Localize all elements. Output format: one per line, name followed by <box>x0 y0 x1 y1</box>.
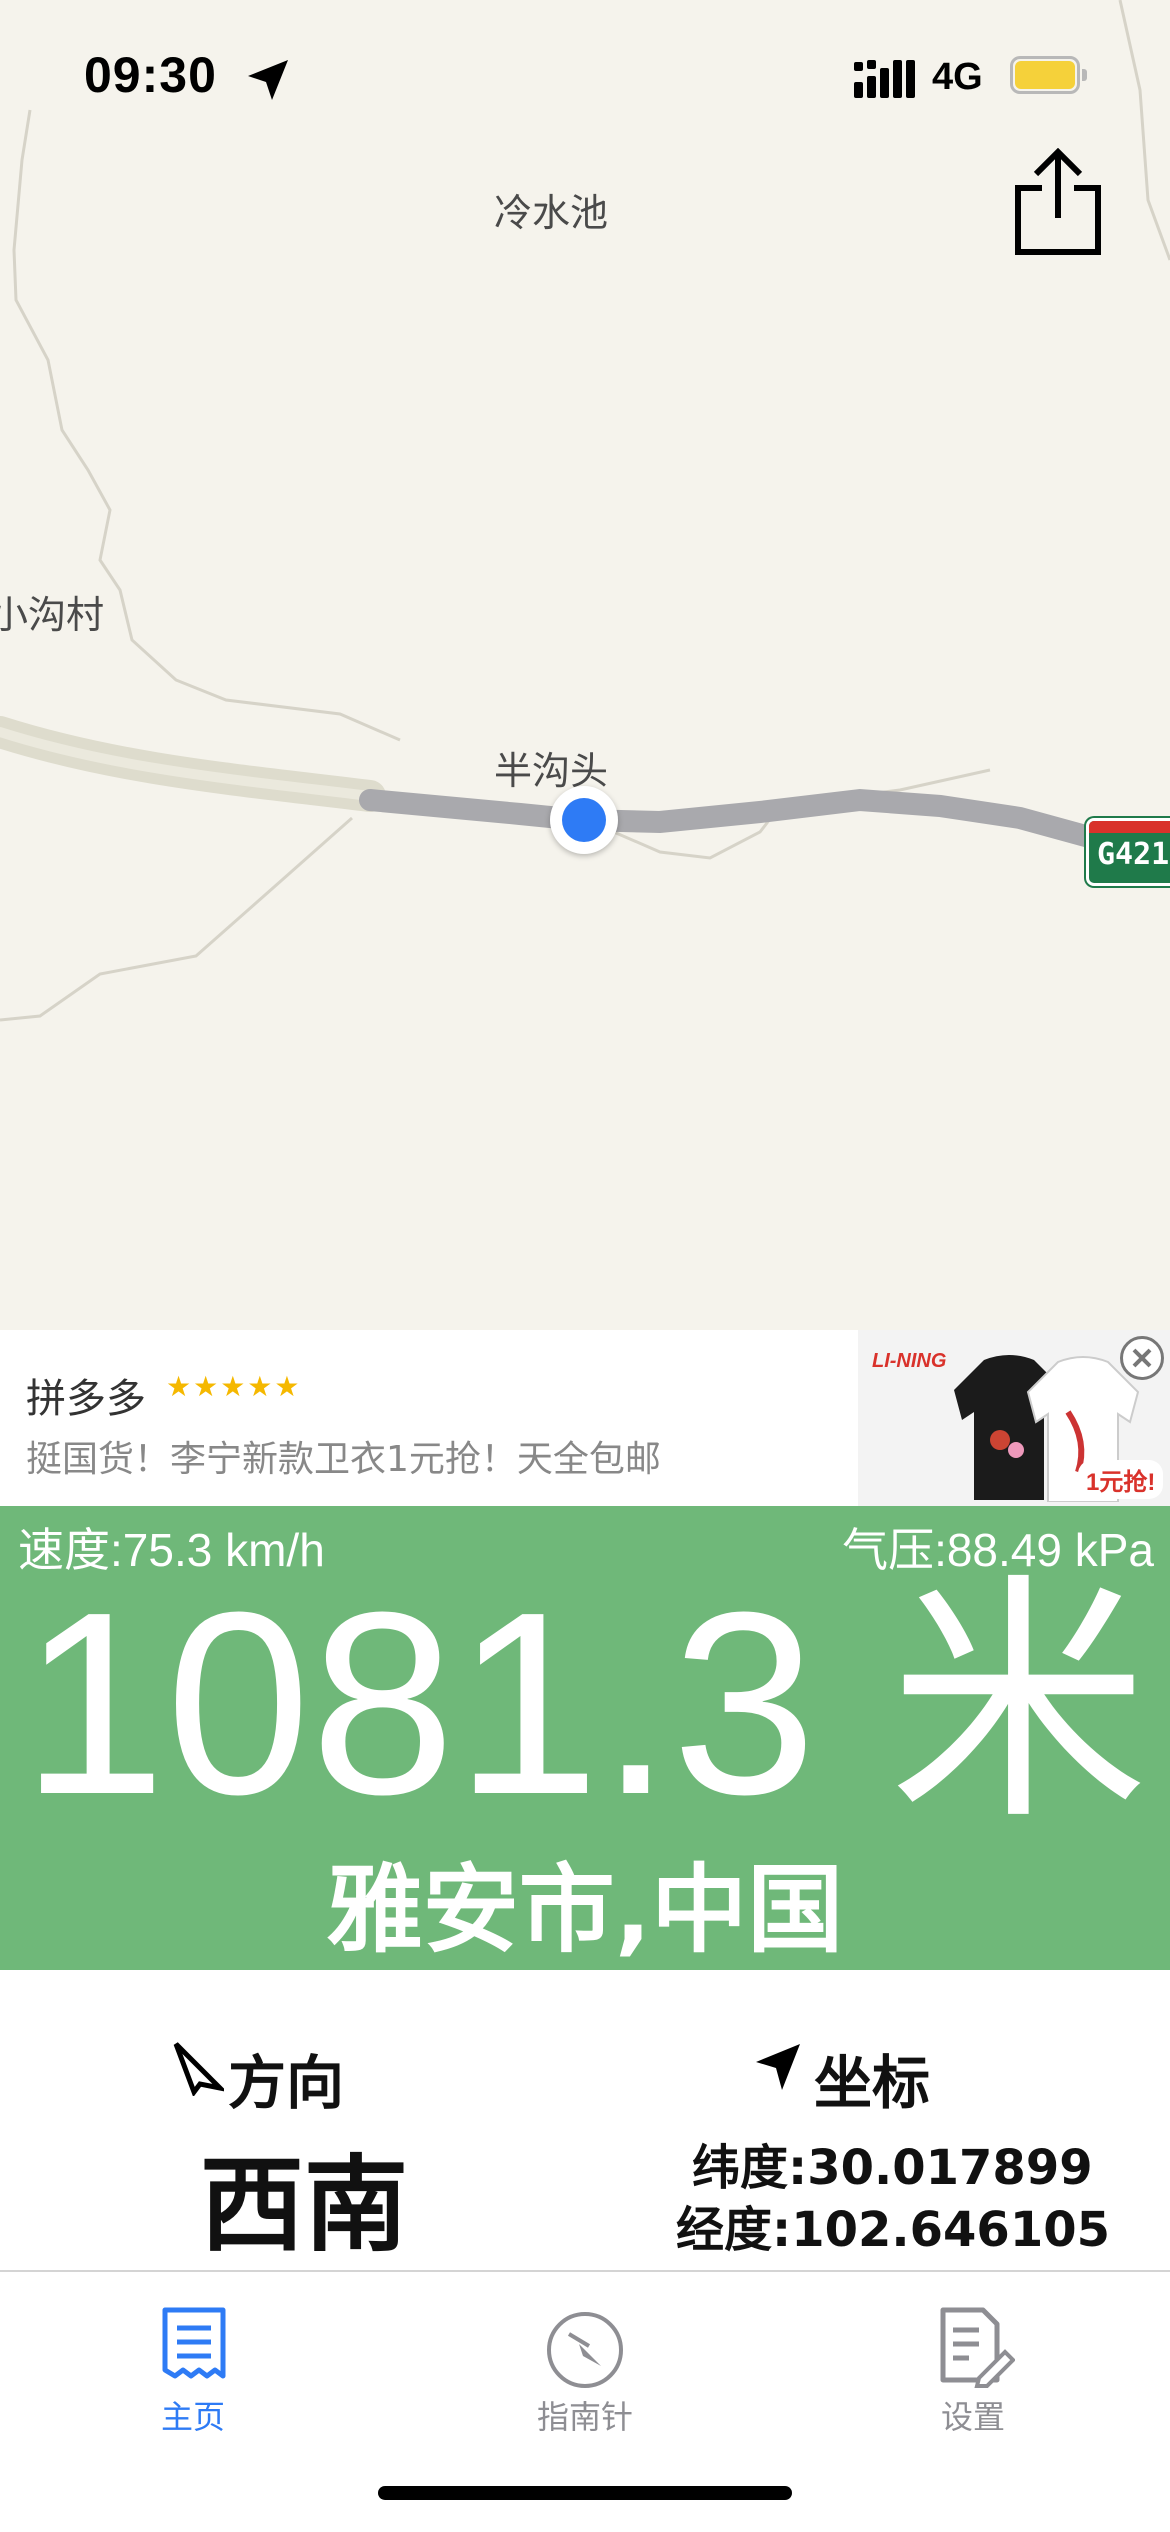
tab-settings-label: 设置 <box>940 2398 1005 2436</box>
location-arrow-icon <box>248 60 288 100</box>
tab-compass-label: 指南针 <box>536 2398 633 2436</box>
longitude-readout: 经度:102.646105 <box>676 2202 1111 2258</box>
city-label: 雅安市,中国 <box>326 1854 844 1966</box>
coordinates-heading: 坐标 <box>814 2049 931 2117</box>
altitude-readout: 1081.3 米 <box>21 1559 1149 1849</box>
share-button[interactable] <box>1010 148 1106 258</box>
ad-brand-logo: LI-NING <box>872 1350 947 1372</box>
current-location-dot <box>550 786 618 854</box>
ad-close-button[interactable] <box>1120 1336 1164 1380</box>
signal-icon <box>854 60 915 98</box>
road-shield: G4218 <box>1086 818 1170 886</box>
direction-value: 西南 <box>200 2144 409 2266</box>
close-icon <box>1132 1348 1152 1368</box>
latitude-readout: 纬度:30.017899 <box>692 2140 1093 2196</box>
tab-home-label: 主页 <box>160 2398 225 2436</box>
tab-compass[interactable]: 指南针 <box>485 2292 685 2442</box>
tab-home[interactable]: 主页 <box>93 2292 293 2442</box>
home-indicator[interactable] <box>378 2486 792 2500</box>
ad-description: 挺国货！李宁新款卫衣1元抢！天全包邮 <box>26 1439 661 1480</box>
altitude-panel: 速度:75.3 km/h 气压:88.49 kPa 1081.3 米 雅安市,中… <box>0 1506 1170 1970</box>
compass-icon <box>547 2312 623 2388</box>
ad-rating-stars: ★★★★★ <box>166 1371 302 1402</box>
map-view[interactable]: 冷水池 小沟村 半沟头 G4218 <box>0 0 1170 1330</box>
direction-heading: 方向 <box>228 2049 345 2117</box>
place-label: 冷水池 <box>494 191 609 235</box>
place-label: 小沟村 <box>0 593 105 637</box>
share-icon <box>1015 148 1101 255</box>
home-document-icon <box>162 2307 226 2379</box>
network-type: 4G <box>932 56 983 98</box>
battery-icon <box>1010 56 1088 96</box>
direction-arrow-icon <box>173 2042 224 2096</box>
tab-settings[interactable]: 设置 <box>873 2292 1073 2442</box>
settings-document-icon <box>940 2307 1015 2388</box>
ad-banner[interactable]: 拼多多 ★★★★★ 挺国货！李宁新款卫衣1元抢！天全包邮 LI-NING 1元抢… <box>0 1330 1170 1506</box>
ad-price-tag: 1元抢! <box>1078 1460 1164 1499</box>
coordinate-arrow-icon <box>756 2044 800 2090</box>
ad-title: 拼多多 <box>26 1376 146 1422</box>
status-time: 09:30 <box>84 47 217 103</box>
